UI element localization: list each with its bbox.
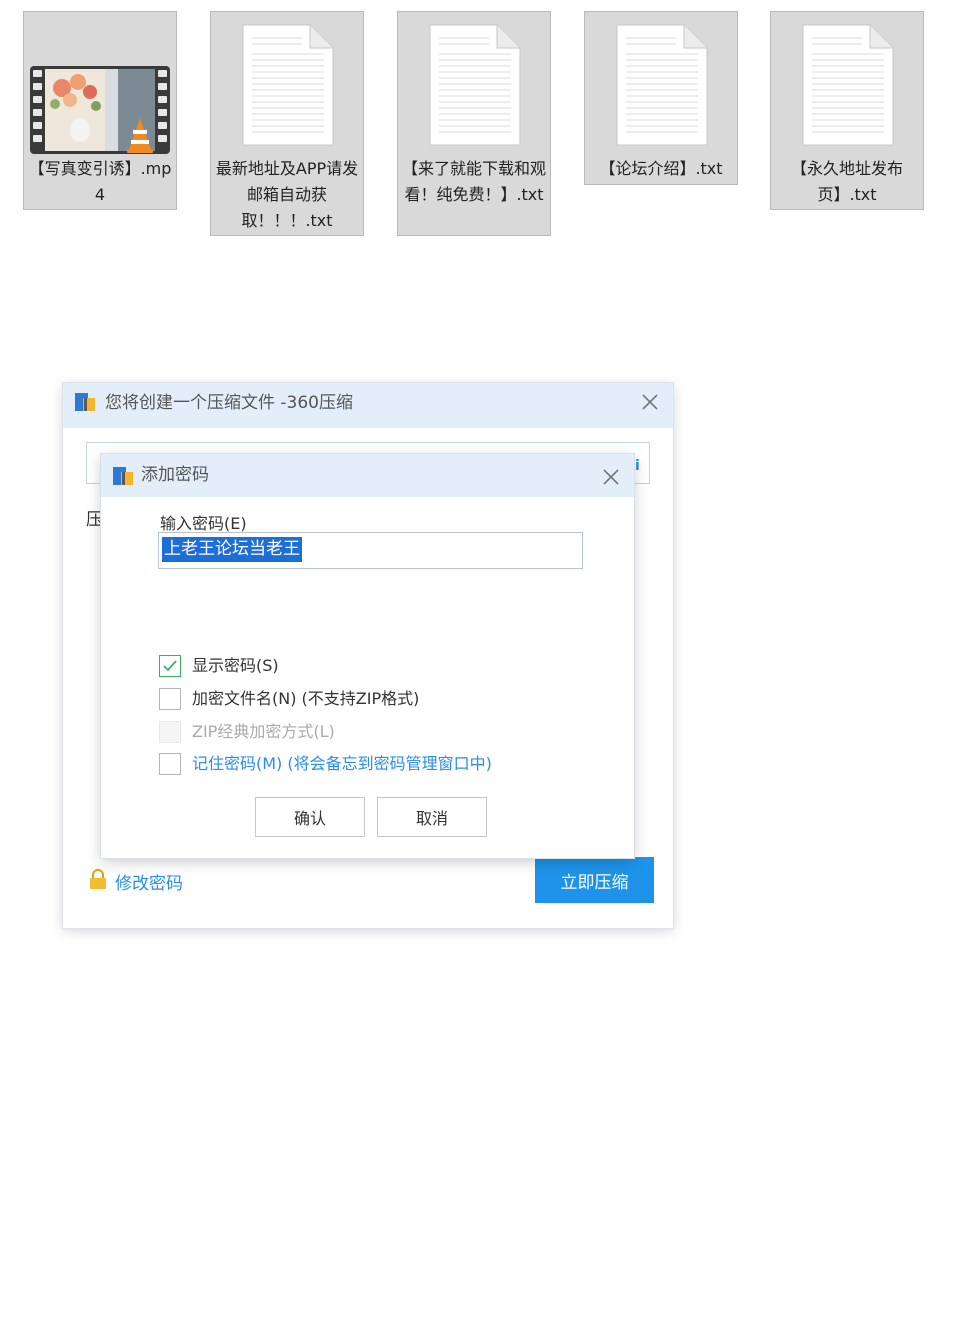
- zip-classic-checkbox: [159, 721, 181, 743]
- password-input[interactable]: 上老王论坛当老王: [158, 532, 583, 569]
- file-name: 最新地址及APP请发邮箱自动获取！！！.txt: [215, 159, 359, 230]
- file-tile-txt[interactable]: 最新地址及APP请发邮箱自动获取！！！.txt: [210, 11, 364, 236]
- compress-now-button[interactable]: 立即压缩: [535, 857, 654, 903]
- checkmark-icon: [163, 660, 177, 672]
- text-document-icon: [429, 24, 521, 146]
- show-password-checkbox[interactable]: [159, 655, 181, 677]
- dialog-title: 添加密码: [141, 465, 209, 485]
- file-tile-txt[interactable]: 【永久地址发布页】.txt: [770, 11, 924, 210]
- confirm-button[interactable]: 确认: [255, 797, 365, 837]
- document-thumbnail: [211, 12, 363, 157]
- window-title: 您将创建一个压缩文件 -360压缩: [105, 393, 353, 413]
- lock-icon: [90, 869, 106, 889]
- file-name: 【来了就能下载和观看！纯免费！】.txt: [402, 159, 547, 204]
- modify-password-link[interactable]: 修改密码: [115, 869, 183, 894]
- video-thumbnail: [24, 12, 176, 157]
- close-icon[interactable]: [600, 466, 622, 488]
- password-label: 输入密码(E): [160, 514, 247, 533]
- option-label: ZIP经典加密方式(L): [192, 722, 335, 741]
- file-name: 【永久地址发布页】.txt: [790, 159, 903, 204]
- add-password-dialog: 添加密码 输入密码(E) 上老王论坛当老王 显示密码(S) 加密文件名(N) (…: [101, 454, 634, 858]
- document-thumbnail: [585, 12, 737, 157]
- file-tile-video[interactable]: 【写真变引诱】.mp4: [23, 11, 177, 210]
- file-name: 【写真变引诱】.mp4: [28, 159, 172, 204]
- document-thumbnail: [398, 12, 550, 157]
- window-titlebar[interactable]: 您将创建一个压缩文件 -360压缩: [63, 383, 673, 428]
- archive-app-icon: [113, 467, 133, 485]
- text-document-icon: [616, 24, 708, 146]
- document-thumbnail: [771, 12, 923, 157]
- path-button-hint[interactable]: i: [635, 458, 640, 474]
- video-thumbnail-icon: [30, 66, 170, 154]
- close-icon[interactable]: [639, 391, 661, 413]
- file-name: 【论坛介绍】.txt: [599, 159, 723, 178]
- remember-password-checkbox[interactable]: [159, 753, 181, 775]
- option-label[interactable]: 记住密码(M) (将会备忘到密码管理窗口中): [192, 752, 492, 776]
- encrypt-filenames-checkbox[interactable]: [159, 688, 181, 710]
- archive-app-icon: [75, 393, 95, 411]
- file-tile-txt[interactable]: 【来了就能下载和观看！纯免费！】.txt: [397, 11, 551, 236]
- text-document-icon: [802, 24, 894, 146]
- dialog-titlebar[interactable]: 添加密码: [101, 454, 634, 497]
- text-document-icon: [242, 24, 334, 146]
- file-tile-txt[interactable]: 【论坛介绍】.txt: [584, 11, 738, 185]
- password-value-selected: 上老王论坛当老王: [162, 537, 302, 562]
- option-label: 加密文件名(N) (不支持ZIP格式): [192, 689, 420, 708]
- cancel-button[interactable]: 取消: [377, 797, 487, 837]
- option-label: 显示密码(S): [192, 656, 279, 675]
